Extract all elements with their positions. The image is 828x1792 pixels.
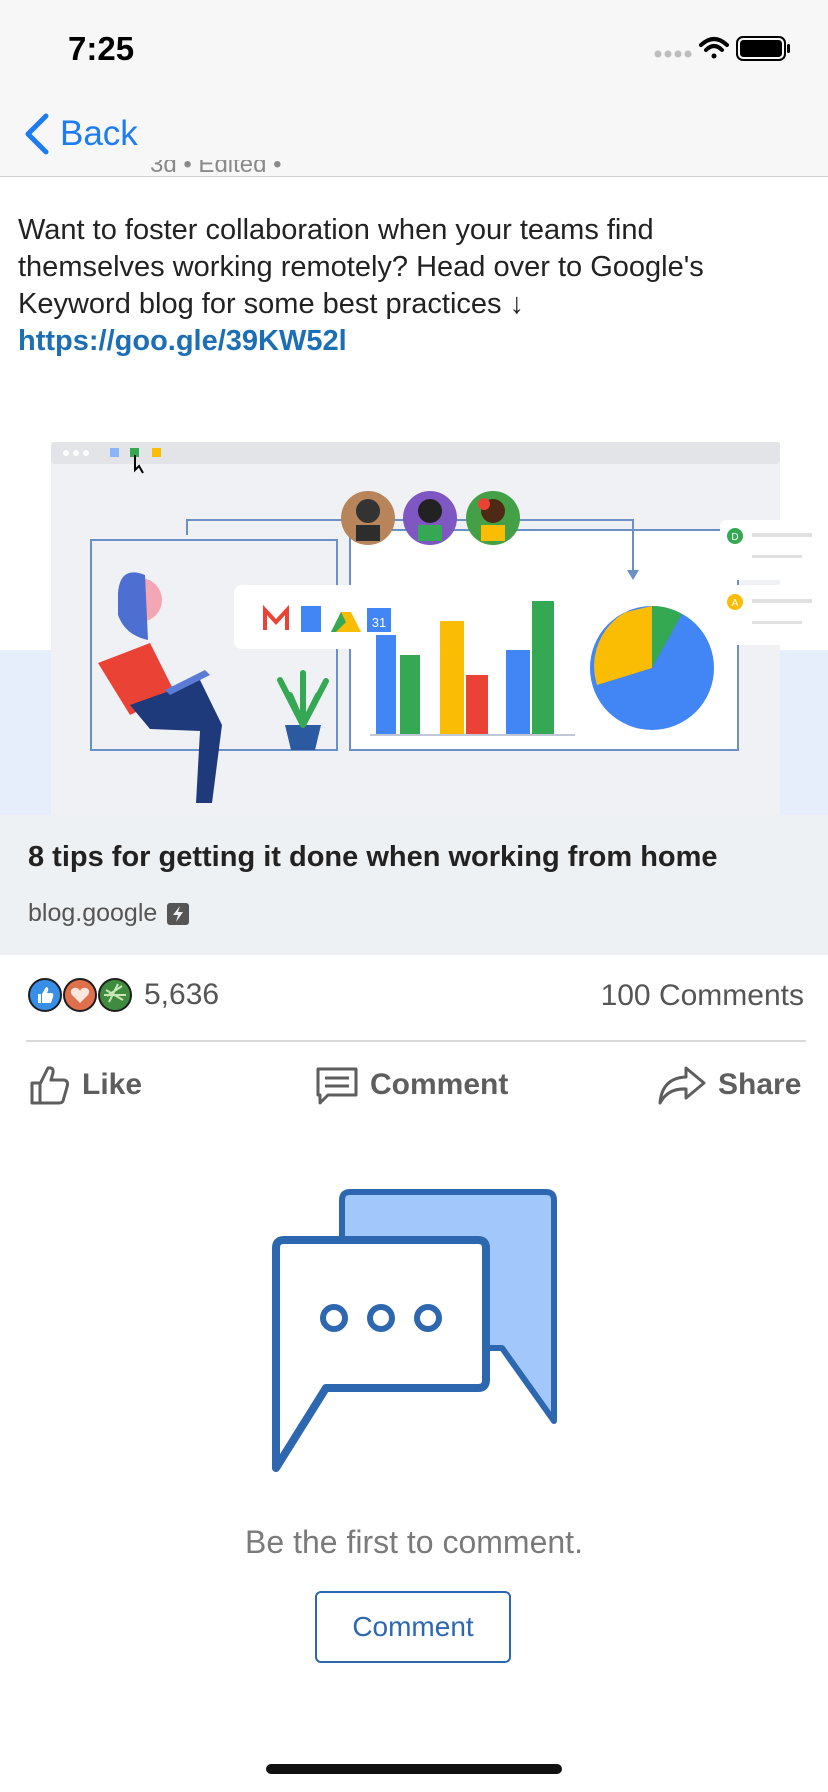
insightful-reaction-icon bbox=[98, 978, 132, 1012]
post-body: Want to foster collaboration when your t… bbox=[18, 212, 808, 360]
comment-icon bbox=[316, 1067, 358, 1105]
post-link[interactable]: https://goo.gle/39KW52l bbox=[18, 325, 347, 357]
link-domain: blog.google bbox=[28, 899, 158, 927]
reaction-icons bbox=[28, 978, 132, 1012]
link-source: blog.google bbox=[28, 899, 190, 928]
love-reaction-icon bbox=[63, 978, 97, 1012]
back-button[interactable]: Back bbox=[22, 110, 138, 158]
post-meta: 3d • Edited • bbox=[150, 160, 282, 178]
reaction-count: 5,636 bbox=[144, 978, 220, 1011]
chevron-left-icon bbox=[25, 113, 49, 155]
share-icon bbox=[658, 1066, 706, 1105]
battery-icon bbox=[736, 36, 790, 61]
empty-comments-message: Be the first to comment. bbox=[245, 1524, 583, 1560]
signal-dots-icon bbox=[654, 50, 692, 58]
share-button[interactable]: Share bbox=[656, 1058, 801, 1112]
status-time: 7:25 bbox=[68, 30, 135, 67]
chat-bubbles-icon bbox=[272, 1189, 557, 1472]
comments-count[interactable]: 100 Comments bbox=[601, 979, 804, 1013]
comment-action-label: Comment bbox=[370, 1068, 509, 1101]
link-title: 8 tips for getting it done when working … bbox=[28, 841, 718, 873]
chart-letter-d: D bbox=[731, 532, 738, 543]
chart-letter-a: A bbox=[732, 598, 739, 609]
wifi-icon bbox=[699, 37, 729, 59]
home-indicator[interactable] bbox=[266, 1764, 562, 1774]
action-bar: Like Comment Share bbox=[26, 1058, 808, 1112]
like-button[interactable]: Like bbox=[28, 1058, 142, 1112]
reactions-summary[interactable]: 5,636 bbox=[28, 975, 219, 1015]
like-reaction-icon bbox=[28, 978, 62, 1012]
status-icons bbox=[654, 36, 790, 61]
thumbs-up-icon bbox=[30, 1066, 70, 1105]
link-preview-card[interactable]: 8 tips for getting it done when working … bbox=[0, 815, 828, 955]
calendar-day: 31 bbox=[372, 615, 386, 630]
navigation-bar: Back bbox=[0, 100, 828, 177]
amp-lightning-icon bbox=[167, 902, 190, 925]
divider bbox=[26, 1040, 806, 1042]
like-label: Like bbox=[82, 1068, 143, 1101]
comment-button[interactable]: Comment bbox=[315, 1591, 511, 1663]
post-text: Want to foster collaboration when your t… bbox=[18, 214, 704, 320]
comment-action-button[interactable]: Comment bbox=[314, 1058, 508, 1112]
remote-collaboration-illustration: 31 D A bbox=[0, 442, 828, 815]
link-preview-image[interactable]: 31 D A bbox=[0, 425, 828, 815]
share-label: Share bbox=[718, 1068, 802, 1101]
status-bar: 7:25 bbox=[0, 0, 828, 100]
back-label: Back bbox=[60, 114, 138, 153]
